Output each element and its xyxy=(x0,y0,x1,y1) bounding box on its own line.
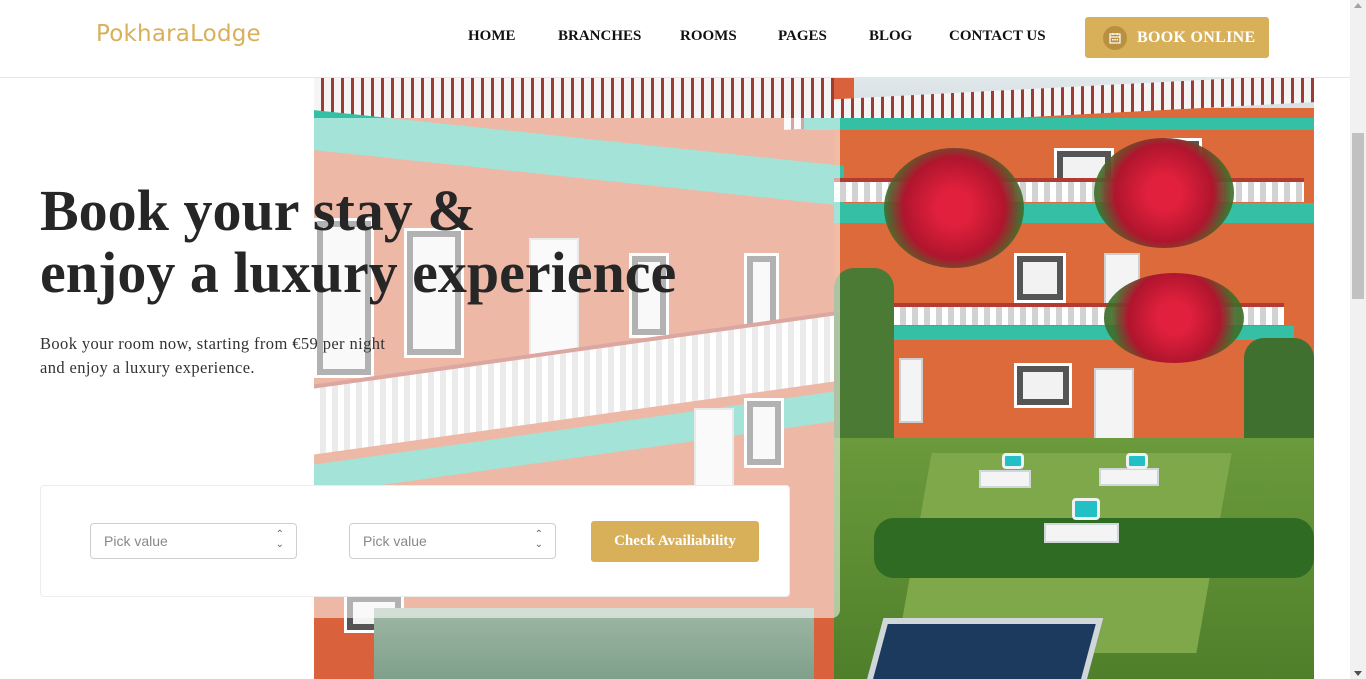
nav-blog[interactable]: BLOG xyxy=(869,28,912,45)
scrollbar-thumb[interactable] xyxy=(1352,133,1364,299)
nav-contact-us[interactable]: CONTACT US xyxy=(949,28,1046,45)
check-availability-button[interactable]: Check Availiability xyxy=(591,521,759,562)
updown-chevron-icon: ⌃ ⌄ xyxy=(275,529,284,550)
nav-home[interactable]: HOME xyxy=(468,28,516,45)
updown-chevron-icon: ⌃ ⌄ xyxy=(534,529,543,550)
nav-rooms[interactable]: ROOMS xyxy=(680,28,737,45)
book-online-button[interactable]: BOOK ONLINE xyxy=(1085,17,1269,58)
pool xyxy=(864,618,1104,679)
nav-branches[interactable]: BRANCHES xyxy=(558,28,641,45)
headline-line-2: enjoy a luxury experience xyxy=(40,240,677,305)
left-plants xyxy=(374,608,814,679)
book-online-label: BOOK ONLINE xyxy=(1137,28,1256,46)
site-logo[interactable]: PokharaLodge xyxy=(96,21,261,47)
checkout-placeholder: Pick value xyxy=(363,533,427,549)
subtext-line-2: and enjoy a luxury experience. xyxy=(40,358,255,377)
checkin-placeholder: Pick value xyxy=(104,533,168,549)
hero-headline: Book your stay & enjoy a luxury experien… xyxy=(40,180,676,304)
site-header: PokharaLodge HOME BRANCHES ROOMS PAGES B… xyxy=(0,0,1350,78)
subtext-line-1: Book your room now, starting from €59 pe… xyxy=(40,334,386,353)
headline-line-1: Book your stay & xyxy=(40,178,476,243)
nav-pages[interactable]: PAGES xyxy=(778,28,827,45)
scroll-up-arrow-icon[interactable] xyxy=(1354,3,1362,8)
checkin-select[interactable]: Pick value ⌃ ⌄ xyxy=(90,523,297,559)
booking-form: Pick value ⌃ ⌄ Pick value ⌃ ⌄ Check Availi… xyxy=(40,485,790,597)
hero-subtext: Book your room now, starting from €59 pe… xyxy=(40,332,385,380)
calendar-icon xyxy=(1103,25,1127,50)
scroll-down-arrow-icon[interactable] xyxy=(1354,671,1362,676)
checkout-select[interactable]: Pick value ⌃ ⌄ xyxy=(349,523,556,559)
vertical-scrollbar[interactable] xyxy=(1350,0,1366,679)
